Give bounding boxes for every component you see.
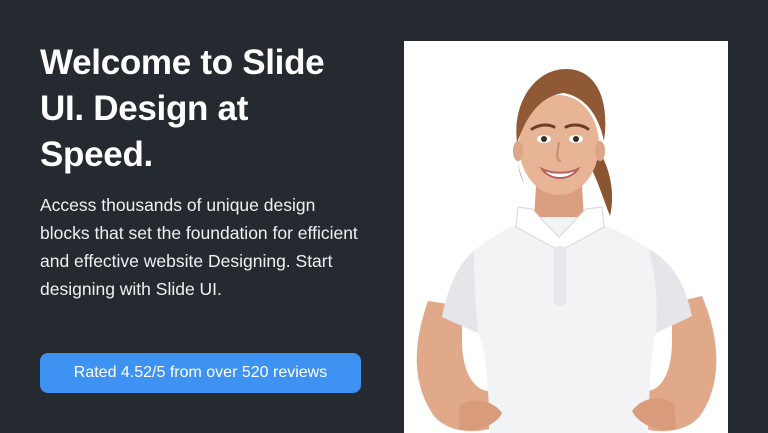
hero-image	[404, 41, 728, 433]
rating-button[interactable]: Rated 4.52/5 from over 520 reviews	[40, 353, 361, 393]
hero-section: Welcome to Slide UI. Design at Speed. Ac…	[0, 0, 768, 433]
hero-title: Welcome to Slide UI. Design at Speed.	[40, 43, 325, 174]
woman-portrait-illustration	[404, 41, 728, 433]
hero-description: Access thousands of unique design blocks…	[40, 195, 358, 299]
